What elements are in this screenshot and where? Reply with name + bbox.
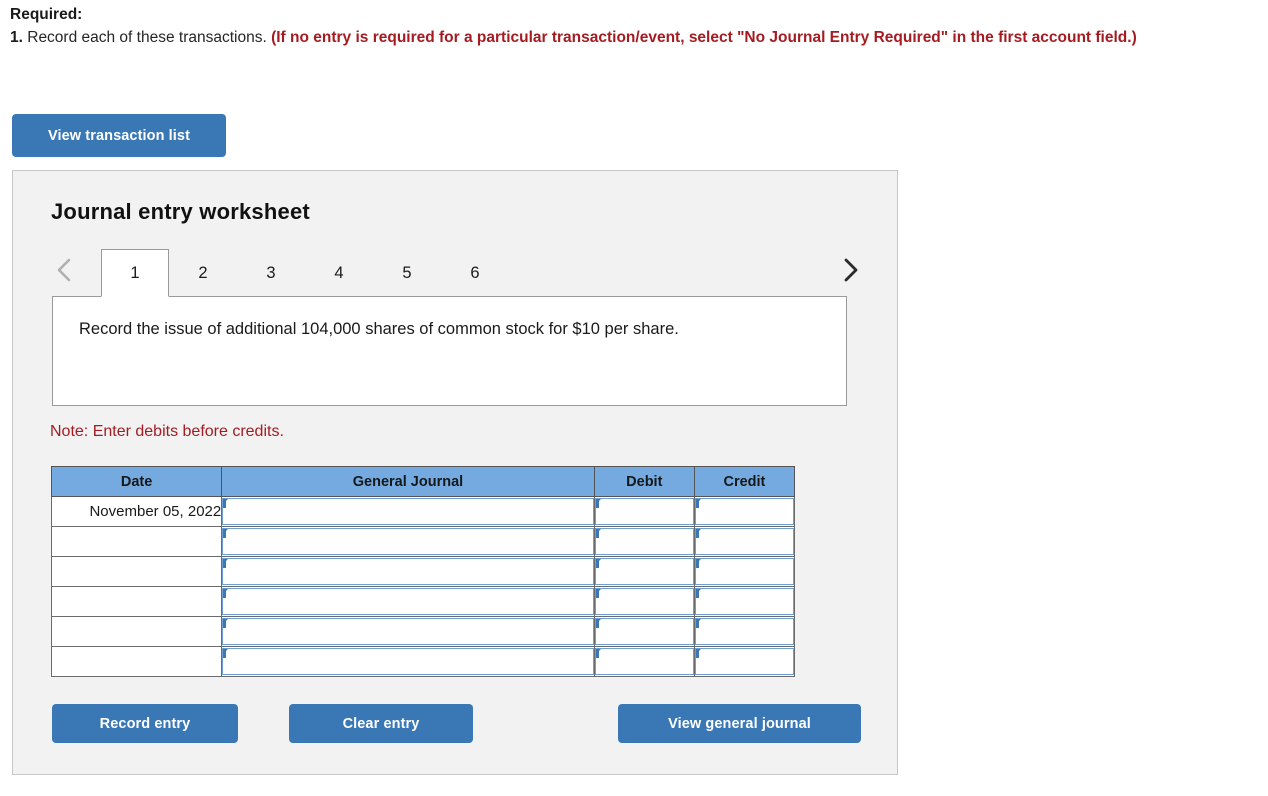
worksheet-title: Journal entry worksheet — [51, 199, 310, 224]
cell-debit-input[interactable] — [594, 618, 694, 645]
cell-credit-input-wrap — [693, 586, 796, 617]
debits-before-credits-note: Note: Enter debits before credits. — [50, 423, 284, 440]
cell-general-journal-input[interactable] — [222, 498, 594, 525]
cell-general-journal-input-wrap — [221, 526, 595, 557]
cell-debit-input-wrap — [593, 496, 695, 527]
cell-credit-input-wrap — [693, 556, 796, 587]
worksheet-tabs-row: 123456 — [51, 244, 863, 297]
view-general-journal-button[interactable]: View general journal — [618, 704, 861, 743]
cell-credit-input[interactable] — [694, 528, 794, 555]
column-header-debit: Debit — [593, 466, 695, 497]
cell-date — [50, 616, 223, 647]
cell-general-journal-input[interactable] — [222, 528, 594, 555]
cell-debit-input-wrap — [593, 526, 695, 557]
requirement-emphasis: (If no entry is required for a particula… — [271, 29, 1137, 46]
cell-date — [50, 586, 223, 617]
table-header-row: Date General Journal Debit Credit — [50, 466, 796, 497]
record-entry-button[interactable]: Record entry — [52, 704, 238, 743]
cell-debit-input-wrap — [593, 616, 695, 647]
cell-date: November 05, 2022 — [50, 496, 223, 527]
cell-general-journal-input[interactable] — [222, 588, 594, 615]
table-row — [50, 616, 796, 647]
worksheet-tab-6[interactable]: 6 — [441, 249, 509, 297]
cell-date — [50, 646, 223, 677]
transaction-description-text: Record the issue of additional 104,000 s… — [79, 320, 679, 338]
requirement-text: Record each of these transactions. — [22, 29, 272, 46]
cell-general-journal-input[interactable] — [222, 618, 594, 645]
table-row — [50, 556, 796, 587]
cell-credit-input[interactable] — [694, 498, 794, 525]
cell-credit-input[interactable] — [694, 588, 794, 615]
cell-debit-input[interactable] — [594, 498, 694, 525]
cell-debit-input-wrap — [593, 646, 695, 677]
cell-debit-input[interactable] — [594, 648, 694, 675]
worksheet-tab-2[interactable]: 2 — [169, 249, 237, 297]
required-instructions: Required: 1. Record each of these transa… — [10, 4, 1260, 49]
column-header-date: Date — [50, 466, 223, 497]
cell-general-journal-input-wrap — [221, 616, 595, 647]
column-header-credit: Credit — [693, 466, 796, 497]
required-label: Required: — [10, 6, 83, 23]
table-row: November 05, 2022 — [50, 496, 796, 527]
cell-general-journal-input-wrap — [221, 556, 595, 587]
worksheet-tab-1[interactable]: 1 — [101, 249, 169, 297]
cell-credit-input-wrap — [693, 616, 796, 647]
journal-entry-table: Date General Journal Debit Credit Novemb… — [50, 466, 796, 677]
cell-debit-input-wrap — [593, 586, 695, 617]
cell-debit-input[interactable] — [594, 558, 694, 585]
cell-credit-input[interactable] — [694, 558, 794, 585]
cell-general-journal-input-wrap — [221, 586, 595, 617]
cell-date — [50, 526, 223, 557]
table-row — [50, 586, 796, 617]
cell-general-journal-input[interactable] — [222, 558, 594, 585]
cell-general-journal-input-wrap — [221, 496, 595, 527]
table-row — [50, 526, 796, 557]
clear-entry-button[interactable]: Clear entry — [289, 704, 473, 743]
chevron-right-icon[interactable] — [837, 250, 863, 290]
cell-credit-input-wrap — [693, 646, 796, 677]
journal-table-body: November 05, 2022 — [50, 496, 796, 677]
requirement-number: 1. — [10, 29, 23, 46]
cell-credit-input[interactable] — [694, 648, 794, 675]
requirement-item-1: 1. Record each of these transactions. (I… — [10, 27, 1260, 49]
transaction-description-box: Record the issue of additional 104,000 s… — [52, 296, 847, 406]
cell-debit-input[interactable] — [594, 528, 694, 555]
cell-credit-input-wrap — [693, 496, 796, 527]
worksheet-tab-4[interactable]: 4 — [305, 249, 373, 297]
cell-credit-input-wrap — [693, 526, 796, 557]
column-header-general-journal: General Journal — [221, 466, 595, 497]
cell-debit-input-wrap — [593, 556, 695, 587]
cell-date — [50, 556, 223, 587]
view-transaction-list-button[interactable]: View transaction list — [12, 114, 226, 157]
cell-credit-input[interactable] — [694, 618, 794, 645]
cell-general-journal-input-wrap — [221, 646, 595, 677]
cell-debit-input[interactable] — [594, 588, 694, 615]
chevron-left-icon[interactable] — [51, 250, 77, 290]
cell-general-journal-input[interactable] — [222, 648, 594, 675]
journal-entry-worksheet-panel: Journal entry worksheet 123456 Record th… — [12, 170, 898, 775]
worksheet-tab-5[interactable]: 5 — [373, 249, 441, 297]
worksheet-tab-3[interactable]: 3 — [237, 249, 305, 297]
table-row — [50, 646, 796, 677]
